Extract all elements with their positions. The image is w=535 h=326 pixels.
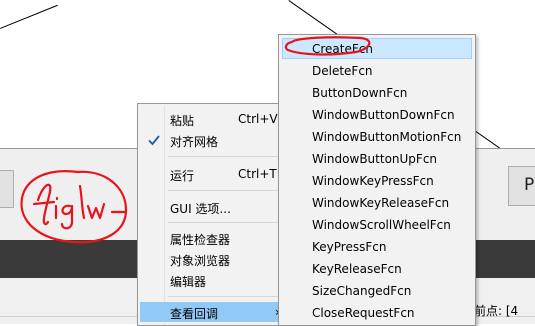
right-button[interactable]: P	[508, 166, 535, 206]
menu-item-label: 粘贴	[170, 114, 195, 128]
menu-item-label: 属性检查器	[170, 233, 231, 247]
submenu-item-label: WindowKeyReleaseFcn	[312, 196, 450, 210]
submenu-item-label: WindowButtonUpFcn	[312, 152, 438, 166]
menu-item-label: 运行	[170, 169, 195, 183]
menu-item-object-browser[interactable]: 对象浏览器	[140, 249, 287, 269]
submenu-item-label: ButtonDownFcn	[312, 86, 408, 100]
menu-separator	[168, 296, 285, 297]
submenu-item-keyreleasefcn[interactable]: KeyReleaseFcn	[282, 258, 472, 279]
menu-separator	[168, 190, 285, 191]
menu-item-property-inspector[interactable]: 属性检查器	[140, 228, 287, 248]
menu-item-paste[interactable]: 粘贴 Ctrl+V	[140, 109, 287, 129]
submenu-item-keypressfcn[interactable]: KeyPressFcn	[282, 236, 472, 257]
checkmark-icon	[148, 135, 160, 146]
menu-separator	[168, 222, 285, 223]
submenu-item-closerequestfcn[interactable]: CloseRequestFcn	[282, 302, 472, 323]
submenu-item-label: WindowKeyPressFcn	[312, 174, 434, 188]
menu-item-view-callbacks[interactable]: 查看回调 ›	[140, 302, 287, 322]
left-button[interactable]	[0, 170, 14, 208]
right-button-label: P	[524, 175, 535, 195]
submenu-item-label: WindowButtonDownFcn	[312, 108, 455, 122]
menu-item-label: 查看回调	[170, 307, 219, 321]
menu-separator	[168, 156, 285, 157]
submenu-item-label: WindowButtonMotionFcn	[312, 130, 462, 144]
menu-item-gui-options[interactable]: GUI 选项...	[140, 197, 287, 217]
submenu-item-label: KeyPressFcn	[312, 240, 387, 254]
submenu-item-windowbuttonmotionfcn[interactable]: WindowButtonMotionFcn	[282, 126, 472, 147]
submenu-item-windowbuttonupfcn[interactable]: WindowButtonUpFcn	[282, 148, 472, 169]
submenu-item-label: CloseRequestFcn	[312, 306, 415, 320]
menu-item-snap-to-grid[interactable]: 对齐网格	[140, 130, 287, 150]
menu-item-shortcut: Ctrl+V	[238, 112, 278, 126]
callback-submenu: CreateFcn DeleteFcn ButtonDownFcn Window…	[278, 34, 476, 326]
menu-item-editor[interactable]: 编辑器	[140, 270, 287, 290]
menu-item-shortcut: Ctrl+T	[238, 167, 277, 181]
menu-item-label: 对象浏览器	[170, 254, 231, 268]
submenu-item-windowbuttondownfcn[interactable]: WindowButtonDownFcn	[282, 104, 472, 125]
submenu-item-sizechangedfcn[interactable]: SizeChangedFcn	[282, 280, 472, 301]
submenu-item-label: SizeChangedFcn	[312, 284, 412, 298]
menu-item-label: 对齐网格	[170, 135, 219, 149]
context-menu: 粘贴 Ctrl+V 对齐网格 运行 Ctrl+T GUI 选项... 属性检查器…	[137, 103, 290, 326]
submenu-item-windowkeyreleasefcn[interactable]: WindowKeyReleaseFcn	[282, 192, 472, 213]
menu-item-label: 编辑器	[170, 275, 207, 289]
submenu-item-buttondownfcn[interactable]: ButtonDownFcn	[282, 82, 472, 103]
submenu-item-windowkeypressfcn[interactable]: WindowKeyPressFcn	[282, 170, 472, 191]
submenu-item-deletefcn[interactable]: DeleteFcn	[282, 60, 472, 81]
submenu-item-createfcn[interactable]: CreateFcn	[282, 38, 472, 59]
submenu-item-windowscrollwheelfcn[interactable]: WindowScrollWheelFcn	[282, 214, 472, 235]
submenu-item-label: WindowScrollWheelFcn	[312, 218, 451, 232]
submenu-item-label: CreateFcn	[312, 42, 373, 56]
submenu-item-label: KeyReleaseFcn	[312, 262, 402, 276]
submenu-item-label: DeleteFcn	[312, 64, 373, 78]
menu-item-run[interactable]: 运行 Ctrl+T	[140, 164, 287, 184]
menu-item-label: GUI 选项...	[170, 202, 231, 216]
